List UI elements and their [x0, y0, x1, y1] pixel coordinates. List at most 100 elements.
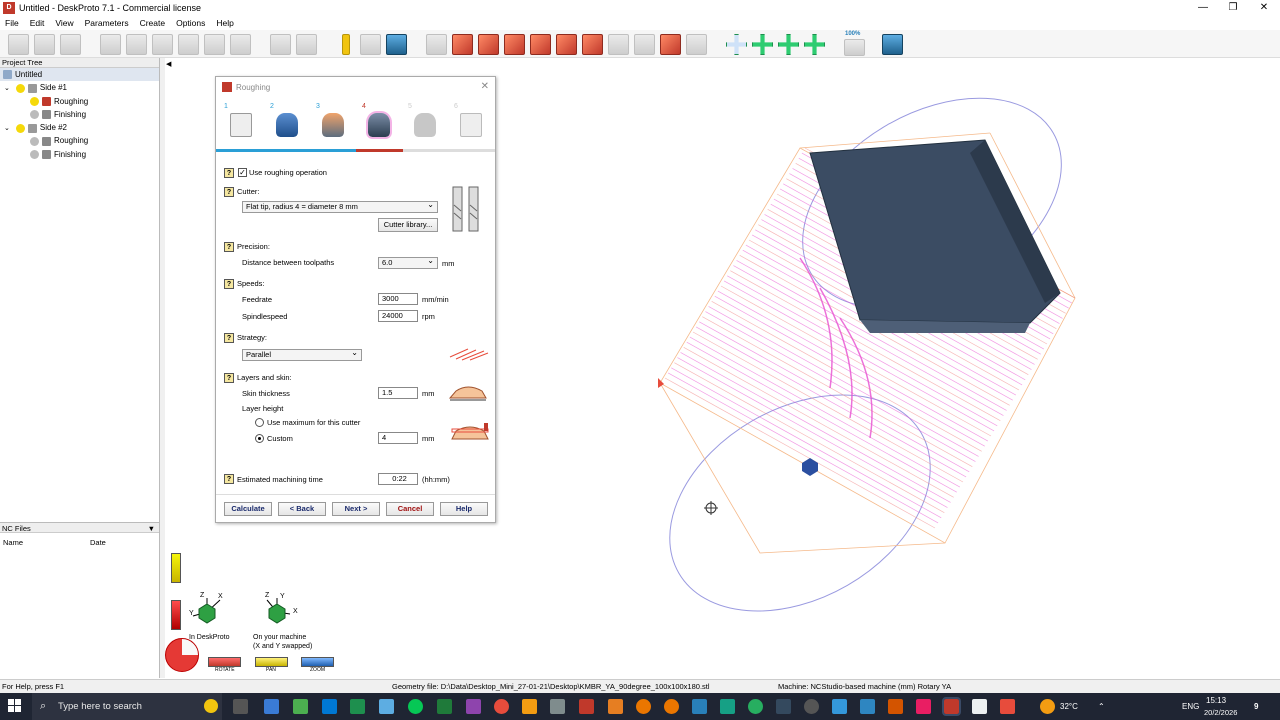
tree-item-finishing-2[interactable]: Finishing [0, 148, 159, 161]
help-use-roughing[interactable]: ? [224, 168, 234, 178]
dialog-close-button[interactable]: ✕ [481, 81, 489, 92]
rotate-tool-icon[interactable] [726, 34, 747, 55]
step-5-finishing[interactable]: 5 [408, 103, 438, 141]
file-explorer-icon[interactable] [522, 699, 537, 714]
tree-item-finishing-1[interactable]: Finishing [0, 108, 159, 121]
panel-splitter[interactable] [160, 58, 165, 678]
step-3-cutter[interactable]: 3 [316, 103, 346, 141]
app-pink-icon[interactable] [916, 699, 931, 714]
view-back-icon[interactable] [504, 34, 525, 55]
app-list-icon[interactable] [832, 699, 847, 714]
collapse-icon[interactable]: ⌄ [4, 85, 10, 92]
cutter-tool-icon[interactable] [178, 34, 199, 55]
taskbar-search[interactable]: ⌕ Type here to search [32, 693, 222, 720]
new-file-icon[interactable] [8, 34, 29, 55]
cutter-library-icon[interactable] [152, 34, 173, 55]
app-gray-icon[interactable] [550, 699, 565, 714]
collapse-icon[interactable]: ⌄ [4, 125, 10, 132]
skin-thickness-input[interactable]: 1.5 [378, 387, 418, 399]
step-6-output[interactable]: 6 [454, 103, 484, 141]
spindlespeed-input[interactable]: 24000 [378, 310, 418, 322]
view-top-icon[interactable] [582, 34, 603, 55]
app-green-icon[interactable] [437, 699, 452, 714]
view-bottom-icon[interactable] [608, 34, 629, 55]
view-right-icon[interactable] [556, 34, 577, 55]
window-icon[interactable] [386, 34, 407, 55]
settings-camera-icon[interactable] [686, 34, 707, 55]
zoom-tool-icon[interactable] [778, 34, 799, 55]
help-cutter[interactable]: ? [224, 187, 234, 197]
menu-options[interactable]: Options [176, 18, 205, 28]
help-precision[interactable]: ? [224, 242, 234, 252]
menu-view[interactable]: View [55, 18, 73, 28]
back-button[interactable]: < Back [278, 502, 326, 516]
app-red-icon[interactable] [579, 699, 594, 714]
app-circle-2-icon[interactable] [804, 699, 819, 714]
tree-item-side2[interactable]: ⌄ Side #2 [0, 121, 159, 134]
cancel-button[interactable]: Cancel [386, 502, 434, 516]
blender-icon[interactable] [636, 699, 651, 714]
open-file-icon[interactable] [34, 34, 55, 55]
next-button[interactable]: Next > [332, 502, 380, 516]
info-icon[interactable] [342, 34, 350, 55]
3d-viewport[interactable] [500, 58, 1280, 678]
view-front-icon[interactable] [478, 34, 499, 55]
step-2-geometry[interactable]: 2 [270, 103, 300, 141]
help-speeds[interactable]: ? [224, 279, 234, 289]
pan-tool-icon[interactable] [752, 34, 773, 55]
maximize-button[interactable]: ❐ [1217, 0, 1249, 16]
strategy-select[interactable]: Parallel [242, 348, 362, 361]
help-strategy[interactable]: ? [224, 333, 234, 343]
browser-icon[interactable] [264, 699, 279, 714]
help-button[interactable]: Help [440, 502, 488, 516]
menu-create[interactable]: Create [140, 18, 166, 28]
cutter-down-icon[interactable] [126, 34, 147, 55]
rotate-tool-button[interactable] [208, 657, 241, 667]
menu-file[interactable]: File [5, 18, 19, 28]
windows-start-icon[interactable] [8, 699, 22, 713]
app-teal-icon[interactable] [720, 699, 735, 714]
custom-layer-input[interactable]: 4 [378, 432, 418, 444]
app-box-icon[interactable] [888, 699, 903, 714]
stl-icon[interactable] [972, 699, 987, 714]
rotate-dial-icon[interactable] [165, 638, 199, 672]
calculator-icon[interactable] [692, 699, 707, 714]
dropdown-arrow-icon[interactable]: ▼ [148, 523, 155, 534]
wizard-hand-icon[interactable] [270, 34, 291, 55]
machine-icon[interactable] [882, 34, 903, 55]
close-button[interactable]: ✕ [1248, 0, 1280, 16]
zoom-window-icon[interactable] [804, 34, 825, 55]
calculate-button[interactable]: Calculate [224, 502, 272, 516]
use-roughing-checkbox[interactable]: ✓ [238, 168, 247, 177]
tree-item-roughing-2[interactable]: Roughing [0, 134, 159, 147]
blender-2-icon[interactable] [664, 699, 679, 714]
step-1-machine[interactable]: 1 [224, 103, 254, 141]
outlook-icon[interactable] [322, 699, 337, 714]
notification-count[interactable]: 9 [1254, 693, 1258, 720]
pan-tool-button[interactable] [255, 657, 288, 667]
feedrate-input[interactable]: 3000 [378, 293, 418, 305]
tray-chevron-icon[interactable]: ⌃ [1098, 693, 1105, 720]
step-4-roughing[interactable]: 4 [362, 103, 392, 141]
language-indicator[interactable]: ENG [1182, 693, 1199, 720]
zoom-100-icon[interactable] [844, 39, 865, 56]
tree-item-roughing-1[interactable]: Roughing [0, 95, 159, 108]
menu-edit[interactable]: Edit [30, 18, 45, 28]
task-view-icon[interactable] [233, 699, 248, 714]
wizard-icon[interactable] [296, 34, 317, 55]
deskproto-task-icon[interactable] [942, 697, 961, 716]
tree-root-untitled[interactable]: Untitled [0, 68, 159, 82]
document-icon[interactable] [204, 34, 225, 55]
app-edit-icon[interactable] [860, 699, 875, 714]
line-icon[interactable] [408, 699, 423, 714]
menu-help[interactable]: Help [216, 18, 233, 28]
chrome-icon[interactable] [293, 699, 308, 714]
save-nc-icon[interactable] [230, 34, 251, 55]
save-file-icon[interactable] [60, 34, 81, 55]
opera-icon[interactable] [494, 699, 509, 714]
cutter-select[interactable]: Flat tip, radius 4 = diameter 8 mm [242, 200, 438, 213]
zoom-tool-button[interactable] [301, 657, 334, 667]
camera-icon[interactable] [426, 34, 447, 55]
app-blue-icon[interactable] [379, 699, 394, 714]
view-iso-icon[interactable] [452, 34, 473, 55]
